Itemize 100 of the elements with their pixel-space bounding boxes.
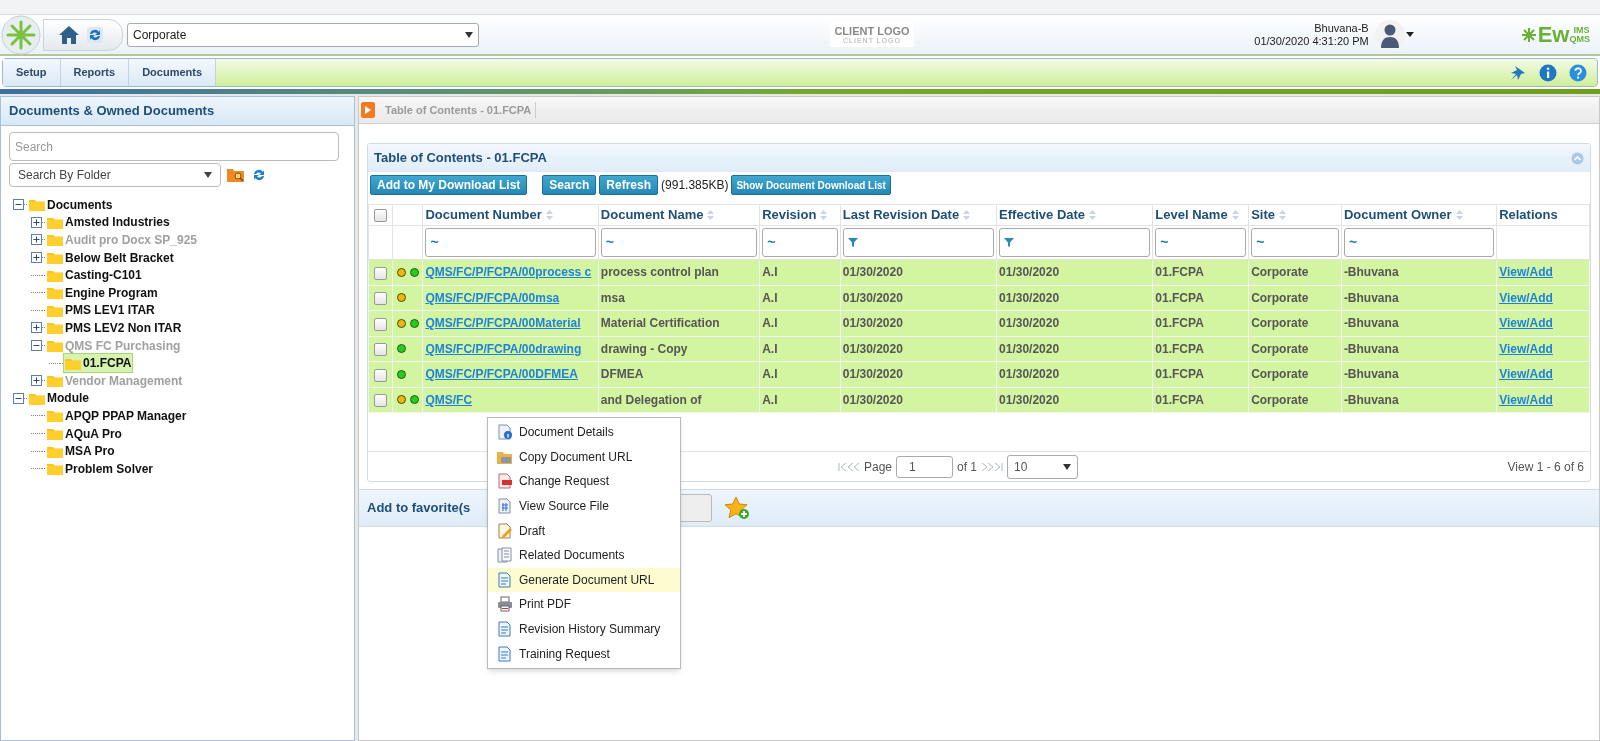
checkbox[interactable] [374, 266, 388, 280]
menu-item[interactable]: Related Documents [488, 542, 680, 568]
logo-text: CLIENT LOGO [834, 25, 910, 37]
page-field[interactable]: 1 [896, 455, 954, 478]
sort-icon[interactable] [820, 210, 828, 220]
sort-icon[interactable] [963, 210, 971, 220]
menu-item[interactable]: Print PDF [488, 592, 680, 617]
folder-icon [47, 444, 63, 458]
refresh-icon[interactable] [251, 167, 267, 183]
menu-item[interactable]: View Source File [488, 493, 680, 519]
filter-field[interactable]: ~ [1251, 228, 1339, 257]
nav-tab[interactable]: Setup [3, 59, 61, 86]
sort-icon[interactable] [1231, 210, 1239, 220]
collapse-icon[interactable] [13, 392, 24, 404]
tree-item[interactable]: 01.FCPA [63, 353, 134, 374]
table-cell: msa [600, 290, 625, 305]
filter-field[interactable] [999, 228, 1151, 257]
folder-dropdown[interactable]: Search By Folder [9, 163, 221, 187]
help-icon[interactable] [1569, 63, 1587, 82]
sort-icon[interactable] [1455, 210, 1463, 220]
info-icon[interactable] [1539, 63, 1557, 82]
table-row[interactable]: QMS/FC/P/FCPA/00process c process control plan A.I 01/30/2020 01/30/2020 01.FCPA Corporate -Bhuvana View/Add [368, 259, 1590, 285]
sort-icon[interactable] [707, 210, 715, 220]
checkbox[interactable] [374, 343, 388, 357]
refresh-icon[interactable] [86, 25, 104, 44]
filter-field[interactable] [842, 228, 995, 257]
nav-tab[interactable]: Reports [60, 59, 130, 86]
tree-item[interactable]: Amsted Industries [45, 212, 172, 233]
menu-item[interactable]: Copy Document URL [488, 444, 680, 470]
first-previous-icon[interactable] [838, 462, 860, 471]
folder-icon [47, 427, 63, 440]
tree-item[interactable]: AQuA Pro [45, 423, 124, 444]
table-cell: -Bhuvana [1343, 392, 1399, 407]
table-cell: Corporate [1251, 367, 1309, 382]
checkbox[interactable] [374, 368, 388, 382]
expand-icon[interactable] [31, 216, 42, 228]
menu-item[interactable]: Document Details [488, 420, 680, 445]
expand-icon[interactable] [31, 322, 42, 334]
folder-icon [47, 251, 63, 265]
table-row[interactable]: QMS/FC/P/FCPA/00DFMEA DFMEA A.I 01/30/2020 01/30/2020 01.FCPA Corporate -Bhuvana View/Add [368, 361, 1590, 387]
search-field[interactable]: Search [9, 132, 339, 161]
tree-item[interactable]: Below Belt Bracket [45, 247, 176, 268]
filter-icon [1004, 238, 1015, 247]
collapse-icon[interactable] [31, 340, 42, 352]
caret-icon[interactable] [1405, 32, 1414, 37]
add-favorite-icon[interactable] [724, 496, 751, 520]
table-cell: 01.FCPA [1155, 367, 1204, 382]
expand-icon[interactable] [31, 252, 42, 264]
home-icon[interactable] [58, 24, 80, 45]
table-cell: 01/30/2020 [842, 265, 903, 280]
checkbox[interactable] [374, 209, 388, 223]
expand-icon[interactable] [31, 375, 42, 387]
play-icon[interactable] [361, 102, 375, 118]
menu-item[interactable]: Change Request [488, 469, 680, 494]
checkbox[interactable] [374, 292, 388, 306]
page-size-dropdown[interactable]: 10 [1007, 454, 1079, 479]
filter-field[interactable]: ~ [1155, 228, 1247, 257]
location-dropdown[interactable]: Corporate [127, 22, 479, 47]
table-cell: A.I [762, 290, 778, 305]
avatar-icon[interactable] [1374, 19, 1405, 50]
folder-search-icon[interactable] [227, 168, 245, 182]
checkbox[interactable] [374, 317, 388, 331]
filter-field[interactable]: ~ [600, 228, 758, 257]
table-cell: 01/30/2020 [842, 341, 903, 356]
page-label: Page [864, 458, 893, 476]
panel-title: Documents & Owned Documents [9, 102, 215, 121]
filter-field[interactable]: ~ [1343, 228, 1495, 257]
collapse-icon[interactable] [13, 199, 24, 211]
pin-icon[interactable] [1509, 63, 1527, 82]
table-cell: Corporate [1251, 316, 1309, 331]
tree-item[interactable]: Documents [27, 194, 115, 215]
next-last-icon[interactable] [981, 462, 1004, 471]
nav-tab[interactable]: Documents [129, 59, 217, 86]
table-row[interactable]: QMS/FC and Delegation of A.I 01/30/2020 01/30/2020 01.FCPA Corporate -Bhuvana View/Add [368, 387, 1590, 413]
table-row[interactable]: QMS/FC/P/FCPA/00msa msa A.I 01/30/2020 01/30/2020 01.FCPA Corporate -Bhuvana View/Add [368, 285, 1590, 311]
table-cell: 01/30/2020 [999, 290, 1060, 305]
checkbox[interactable] [374, 394, 388, 408]
table-cell: -Bhuvana [1343, 316, 1399, 331]
table-cell: A.I [762, 392, 778, 407]
panel-title: Table of Contents - 01.FCPA [374, 149, 547, 168]
expand-icon[interactable] [31, 234, 42, 246]
folder-icon [47, 409, 63, 423]
sort-icon[interactable] [1089, 210, 1097, 220]
table-cell: -Bhuvana [1343, 265, 1399, 280]
table-cell: A.I [762, 265, 778, 280]
folder-icon [47, 233, 63, 247]
menu-item[interactable]: Revision History Summary [488, 616, 680, 642]
menu-item[interactable]: Training Request [488, 641, 680, 666]
table-cell: -Bhuvana [1343, 341, 1399, 356]
table-cell: 01.FCPA [1155, 316, 1204, 331]
menu-item[interactable]: Draft [488, 518, 680, 543]
sort-icon[interactable] [1278, 210, 1286, 220]
table-cell: Material Certification [600, 316, 720, 331]
table-row[interactable]: QMS/FC/P/FCPA/00Material Material Certification A.I 01/30/2020 01/30/2020 01.FCPA Corporate -Bhuvana View/Add [368, 310, 1590, 336]
sort-icon[interactable] [545, 210, 553, 220]
table-cell: 01/30/2020 [999, 265, 1060, 280]
menu-item[interactable]: Generate Document URL [488, 567, 680, 593]
filter-field[interactable]: ~ [425, 228, 596, 257]
filter-field[interactable]: ~ [762, 228, 838, 257]
table-row[interactable]: QMS/FC/P/FCPA/00drawing drawing - Copy A.I 01/30/2020 01/30/2020 01.FCPA Corporate -Bhuvana View/Add [368, 336, 1590, 362]
